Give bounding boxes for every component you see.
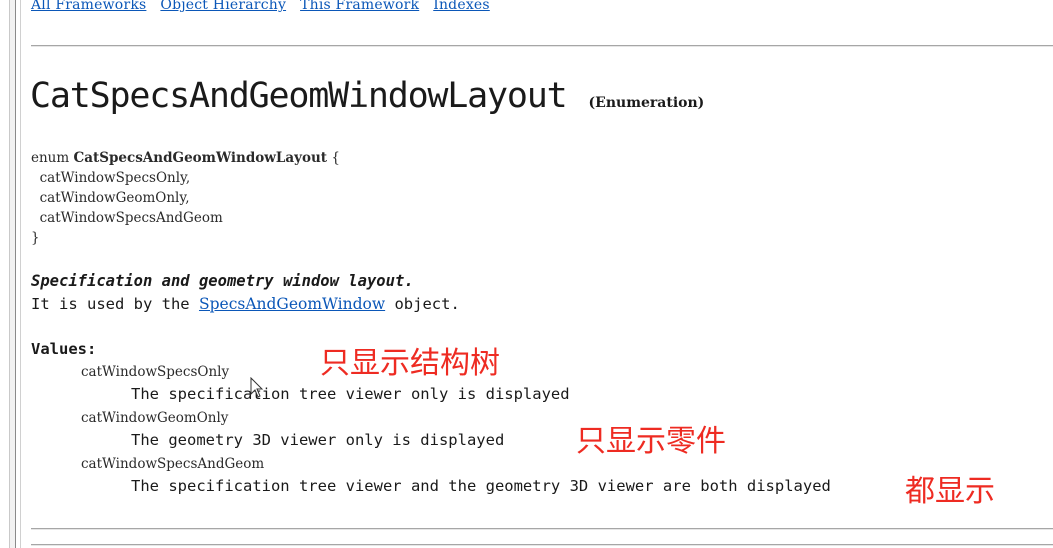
annotation-both: 都显示 (905, 474, 995, 509)
nav-link-all-frameworks[interactable]: All Frameworks (31, 0, 146, 13)
values-heading: Values: (31, 340, 97, 358)
enum-close-brace: } (31, 230, 40, 246)
specs-and-geom-window-link[interactable]: SpecsAndGeomWindow (199, 295, 385, 313)
mouse-pointer-icon (250, 377, 264, 398)
nav-link-object-hierarchy[interactable]: Object Hierarchy (160, 0, 286, 13)
usage-prefix: It is used by the (31, 295, 199, 313)
nav-link-this-framework[interactable]: This Framework (300, 0, 419, 13)
annotation-specs-only: 只显示结构树 (320, 346, 500, 381)
page-subtitle: (Enumeration) (588, 95, 705, 111)
value-name: catWindowGeomOnly (81, 410, 229, 426)
page-title: CatSpecsAndGeomWindowLayout (30, 76, 568, 116)
enum-name: CatSpecsAndGeomWindowLayout (73, 150, 328, 166)
usage-suffix: object. (385, 295, 460, 313)
value-name: catWindowSpecsAndGeom (81, 456, 265, 472)
footer-divider-secondary (31, 544, 1053, 546)
enum-member-line: catWindowGeomOnly, (31, 190, 190, 206)
frame-border (0, 0, 22, 548)
header-divider (31, 45, 1053, 47)
description-headline: Specification and geometry window layout… (31, 272, 414, 290)
enum-member-line: catWindowSpecsAndGeom (31, 210, 223, 226)
value-description: The specification tree viewer and the ge… (131, 477, 831, 495)
enum-open-brace: { (327, 150, 340, 166)
value-description: The specification tree viewer only is di… (131, 385, 570, 403)
enum-description: Specification and geometry window layout… (31, 270, 460, 316)
enum-declaration: enum CatSpecsAndGeomWindowLayout { catWi… (31, 148, 340, 248)
annotation-geom-only: 只显示零件 (576, 424, 726, 459)
framework-navigation: All Frameworks Object Hierarchy This Frame… (31, 0, 504, 17)
description-usage: It is used by the SpecsAndGeomWindow obj… (31, 293, 460, 316)
value-description: The geometry 3D viewer only is displayed (131, 431, 505, 449)
nav-link-indexes[interactable]: Indexes (433, 0, 490, 13)
value-name: catWindowSpecsOnly (81, 364, 230, 380)
enum-keyword: enum (31, 150, 74, 166)
enum-member-line: catWindowSpecsOnly, (31, 170, 191, 186)
page-heading: CatSpecsAndGeomWindowLayout (Enumeration) (30, 76, 704, 116)
footer-divider (31, 528, 1053, 530)
